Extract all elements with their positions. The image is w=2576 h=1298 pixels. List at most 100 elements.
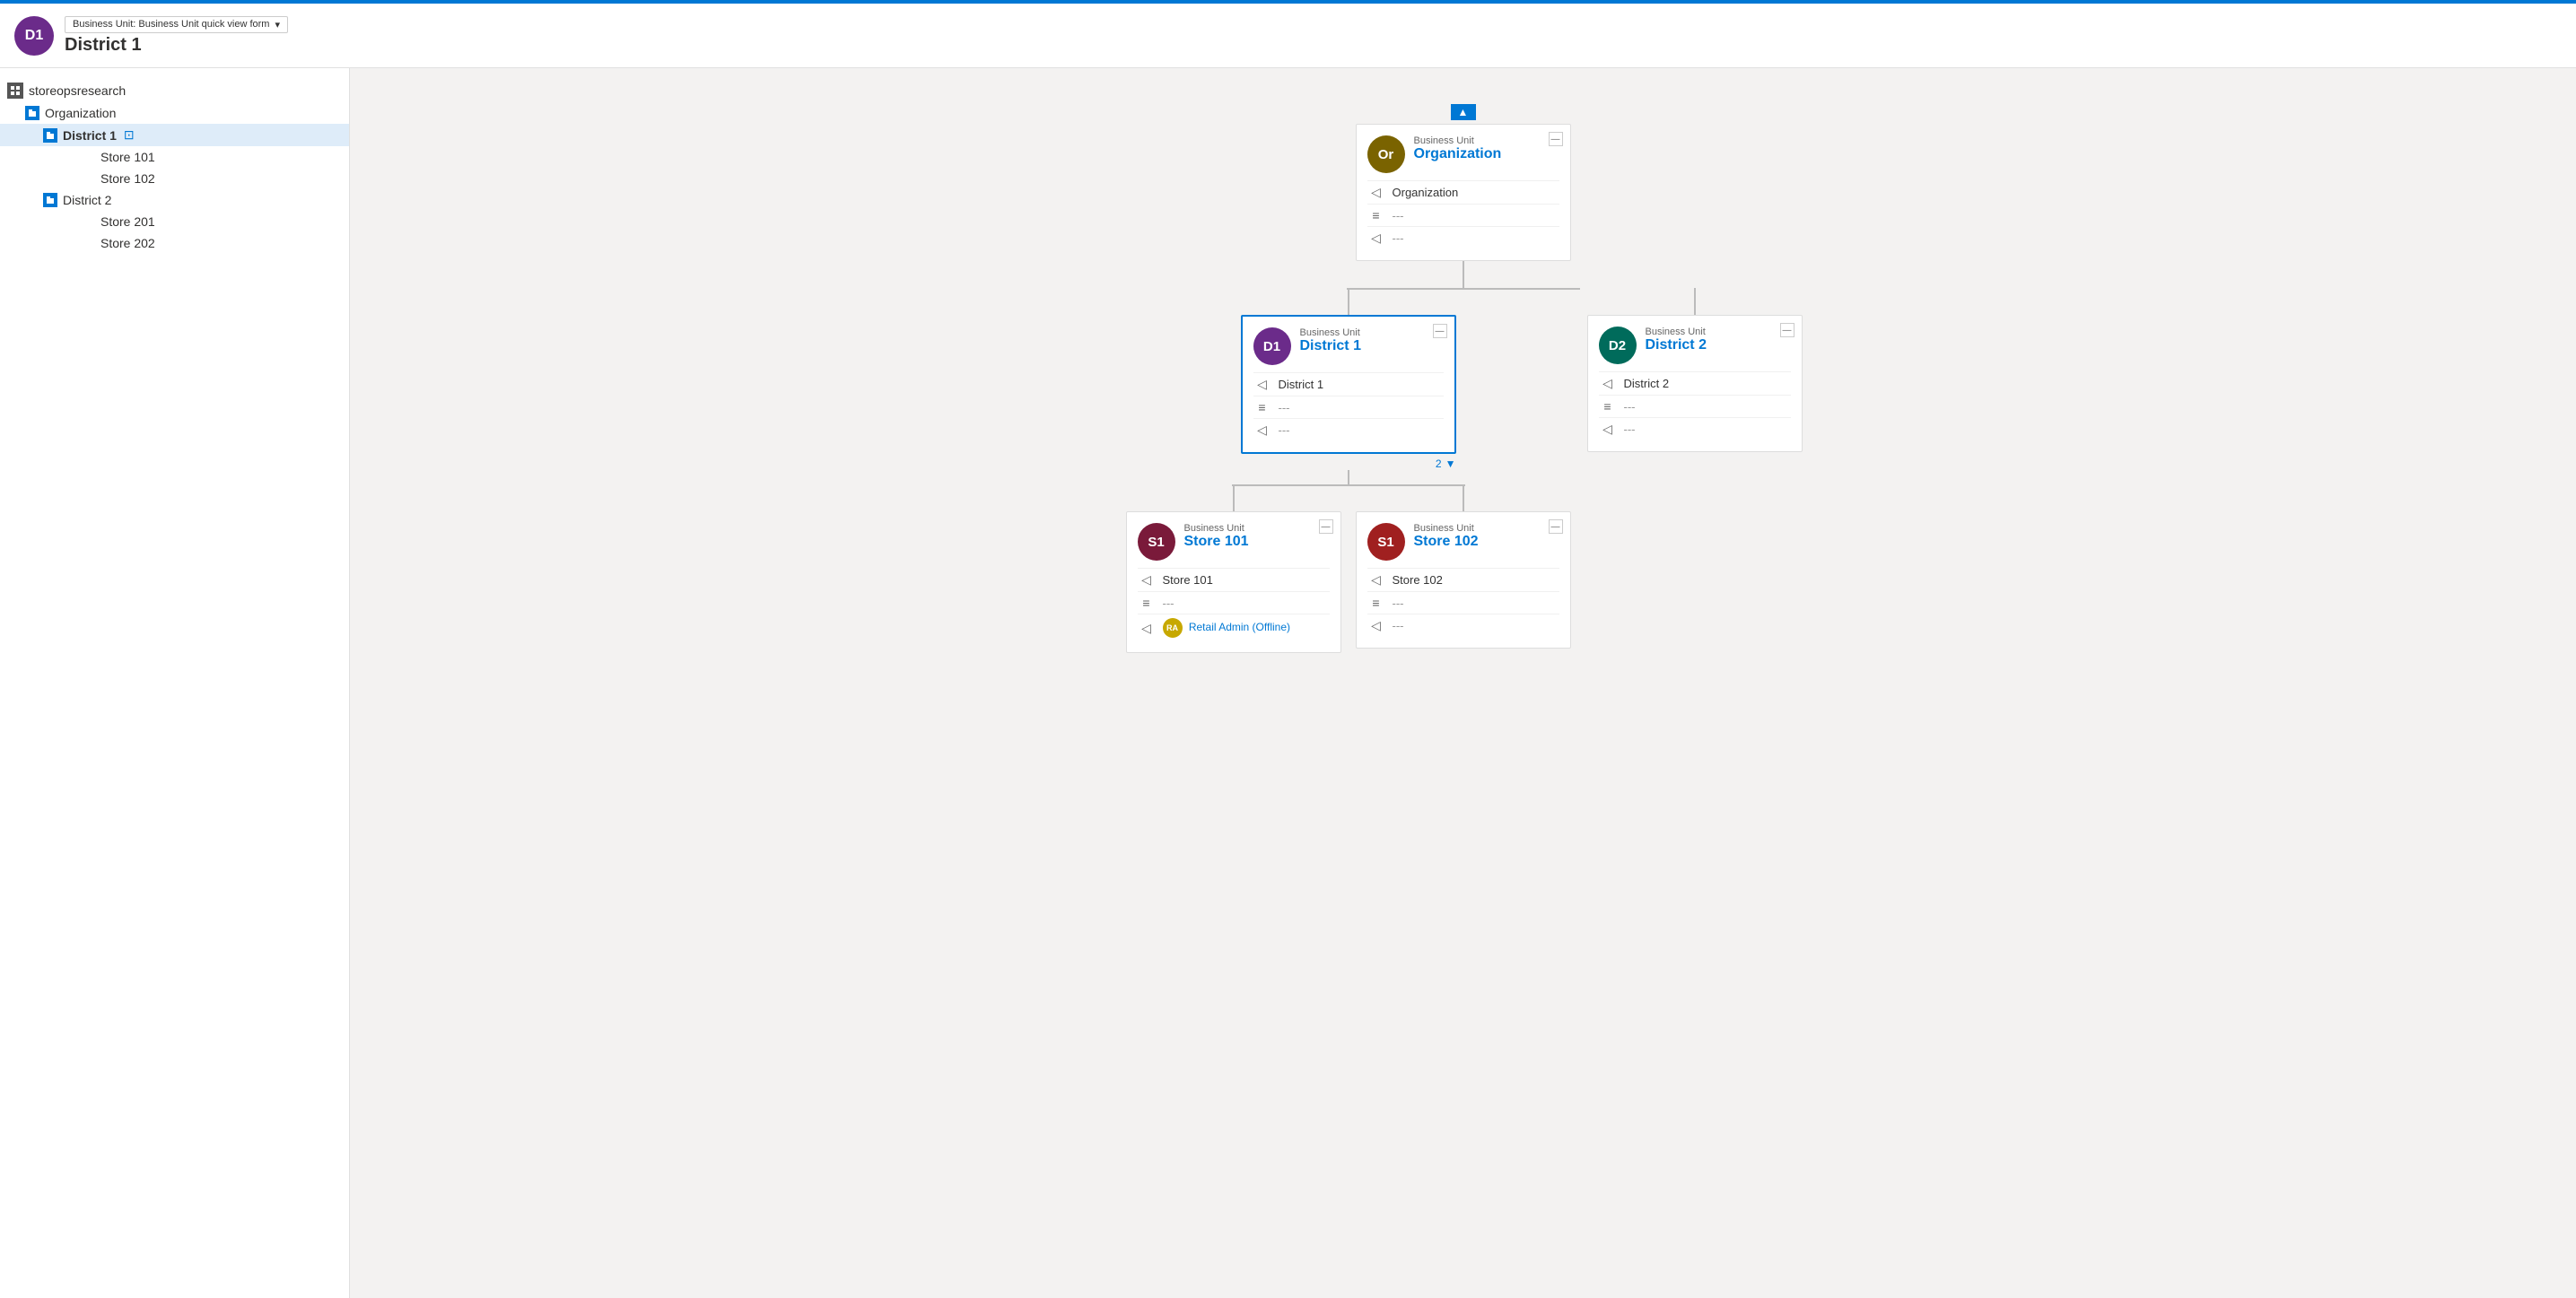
- canvas: ▲ — Or Business Unit Organization ◁ Orga…: [350, 68, 2576, 1298]
- store101-card: — S1 Business Unit Store 101: [1126, 511, 1341, 653]
- store102-row1: ◁ Store 102: [1367, 568, 1559, 591]
- district1-avatar: D1: [1253, 327, 1291, 365]
- ra-avatar: RA: [1163, 618, 1183, 638]
- store101-card-header: S1 Business Unit Store 101: [1138, 523, 1330, 561]
- org-card: — Or Business Unit Organization ◁ Organi…: [1356, 124, 1571, 261]
- children-arrow-icon: ▼: [1445, 457, 1456, 470]
- district1-row3-value: ---: [1279, 423, 1290, 437]
- sidebar-item-label-district1: District 1: [63, 128, 117, 143]
- store102-row3-value: ---: [1393, 619, 1404, 632]
- sidebar-item-label-store102: Store 102: [100, 171, 155, 186]
- connector-v2b: [1694, 288, 1696, 315]
- district-row: — D1 Business Unit District 1 ◁ Distr: [1124, 288, 1803, 653]
- store102-row3: ◁ ---: [1367, 614, 1559, 637]
- org-row1: ◁ Organization: [1367, 180, 1559, 204]
- store101-row1-icon: ◁: [1138, 572, 1156, 588]
- header: D1 Business Unit: Business Unit quick vi…: [0, 4, 2576, 68]
- external-link-icon[interactable]: ⊡: [124, 127, 135, 143]
- org-row1-icon: ◁: [1367, 185, 1385, 200]
- sidebar-item-store202[interactable]: Store 202: [0, 232, 349, 254]
- quick-view-label: Business Unit: Business Unit quick view …: [73, 19, 269, 30]
- district1-minimize-btn[interactable]: —: [1433, 324, 1447, 338]
- district2-branch: — D2 Business Unit District 2 ◁ Distr: [1587, 288, 1803, 452]
- district2-folder-icon: [43, 193, 57, 207]
- store101-row1: ◁ Store 101: [1138, 568, 1330, 591]
- sidebar-item-district1[interactable]: District 1 ⊡: [0, 124, 349, 146]
- store101-row1-value: Store 101: [1163, 573, 1213, 587]
- connector-v1: [1463, 261, 1464, 288]
- sidebar-item-root[interactable]: storeopsresearch: [0, 79, 349, 102]
- district1-card: — D1 Business Unit District 1 ◁ Distr: [1241, 315, 1456, 454]
- district2-card-type: Business Unit: [1646, 327, 1707, 337]
- district1-card-type: Business Unit: [1300, 327, 1361, 338]
- org-folder-icon: [25, 106, 39, 120]
- children-count-badge[interactable]: 2 ▼: [1436, 457, 1456, 470]
- store102-row1-value: Store 102: [1393, 573, 1443, 587]
- district2-avatar: D2: [1599, 327, 1637, 364]
- org-card-type: Business Unit: [1414, 135, 1502, 146]
- district2-row1-value: District 2: [1624, 377, 1670, 390]
- h-connector: [1347, 288, 1580, 290]
- store102-card-info: Business Unit Store 102: [1414, 523, 1479, 550]
- sidebar-item-organization[interactable]: Organization: [0, 102, 349, 124]
- district2-card-info: Business Unit District 2: [1646, 327, 1707, 353]
- store101-card-name[interactable]: Store 101: [1184, 534, 1249, 550]
- district1-card-info: Business Unit District 1: [1300, 327, 1361, 354]
- sidebar-item-label-store201: Store 201: [100, 214, 155, 229]
- store101-card-type: Business Unit: [1184, 523, 1249, 534]
- org-row3-value: ---: [1393, 231, 1404, 245]
- store101-row2: ≡ ---: [1138, 591, 1330, 614]
- store101-row3-icon: ◁: [1138, 621, 1156, 636]
- connector-v4a: [1233, 484, 1235, 511]
- district1-row2: ≡ ---: [1253, 396, 1444, 418]
- store102-row2-icon: ≡: [1367, 596, 1385, 610]
- avatar: D1: [14, 16, 54, 56]
- district2-minimize-btn[interactable]: —: [1780, 323, 1794, 337]
- children-count: 2: [1436, 457, 1442, 470]
- root-icon: [7, 83, 23, 99]
- quick-view-dropdown[interactable]: Business Unit: Business Unit quick view …: [65, 16, 288, 33]
- district2-row1-icon: ◁: [1599, 376, 1617, 391]
- dropdown-arrow-icon: ▾: [275, 19, 280, 30]
- district1-row3: ◁ ---: [1253, 418, 1444, 441]
- sidebar-item-label-org: Organization: [45, 106, 116, 120]
- sidebar-item-label-district2: District 2: [63, 193, 111, 207]
- district1-row1-value: District 1: [1279, 378, 1324, 391]
- store102-minimize-btn[interactable]: —: [1549, 519, 1563, 534]
- sidebar-item-label-store202: Store 202: [100, 236, 155, 250]
- district2-card: — D2 Business Unit District 2 ◁ Distr: [1587, 315, 1803, 452]
- org-card-info: Business Unit Organization: [1414, 135, 1502, 162]
- district1-row3-icon: ◁: [1253, 423, 1271, 438]
- district2-row2: ≡ ---: [1599, 395, 1791, 417]
- store101-avatar: S1: [1138, 523, 1175, 561]
- store101-branch: — S1 Business Unit Store 101: [1126, 484, 1341, 653]
- sidebar-item-label-store101: Store 101: [100, 150, 155, 164]
- sidebar-item-district2[interactable]: District 2: [0, 189, 349, 211]
- ra-label: Retail Admin (Offline): [1189, 621, 1290, 633]
- page-title: District 1: [65, 35, 288, 56]
- sidebar-root-label: storeopsresearch: [29, 83, 126, 98]
- minimize-button[interactable]: —: [1549, 132, 1563, 146]
- district2-row2-value: ---: [1624, 400, 1636, 414]
- store102-avatar: S1: [1367, 523, 1405, 561]
- store101-row2-icon: ≡: [1138, 596, 1156, 610]
- expand-up-button[interactable]: ▲: [1451, 104, 1476, 120]
- connector-v2a: [1348, 288, 1349, 315]
- district2-row3-value: ---: [1624, 423, 1636, 436]
- store101-minimize-btn[interactable]: —: [1319, 519, 1333, 534]
- org-row2-value: ---: [1393, 209, 1404, 222]
- store101-row3-value: RA Retail Admin (Offline): [1163, 618, 1291, 638]
- district2-row3-icon: ◁: [1599, 422, 1617, 437]
- children-count-wrapper: 2 ▼: [1241, 457, 1456, 470]
- sidebar-item-store101[interactable]: Store 101: [0, 146, 349, 168]
- district1-card-name[interactable]: District 1: [1300, 338, 1361, 354]
- org-card-name[interactable]: Organization: [1414, 146, 1502, 162]
- district2-row3: ◁ ---: [1599, 417, 1791, 440]
- district1-row1: ◁ District 1: [1253, 372, 1444, 396]
- sidebar-item-store102[interactable]: Store 102: [0, 168, 349, 189]
- store101-row2-value: ---: [1163, 597, 1174, 610]
- district2-card-name[interactable]: District 2: [1646, 337, 1707, 353]
- store102-card-name[interactable]: Store 102: [1414, 534, 1479, 550]
- org-row3-icon: ◁: [1367, 231, 1385, 246]
- sidebar-item-store201[interactable]: Store 201: [0, 211, 349, 232]
